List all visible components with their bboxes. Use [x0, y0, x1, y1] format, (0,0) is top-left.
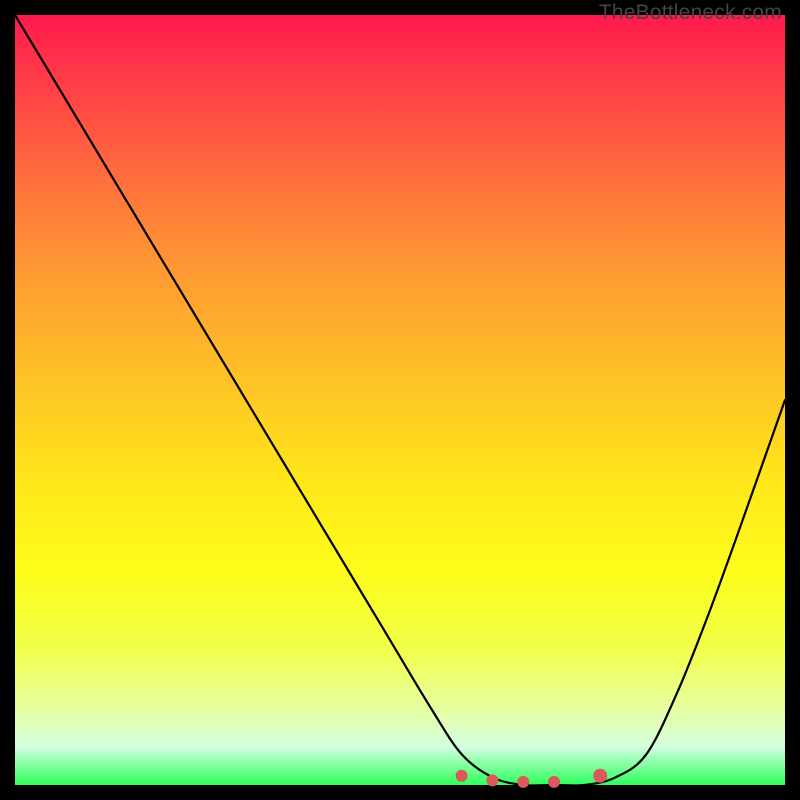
marker-flat-region-right	[593, 769, 607, 783]
marker-flat-region-mid2	[517, 776, 529, 788]
bottleneck-curve	[15, 15, 785, 786]
marker-flat-region-mid3	[548, 776, 560, 788]
chart-svg	[15, 15, 785, 785]
chart-plot-group	[15, 15, 785, 788]
marker-flat-region-left	[456, 770, 468, 782]
marker-flat-region-mid1	[486, 774, 498, 786]
